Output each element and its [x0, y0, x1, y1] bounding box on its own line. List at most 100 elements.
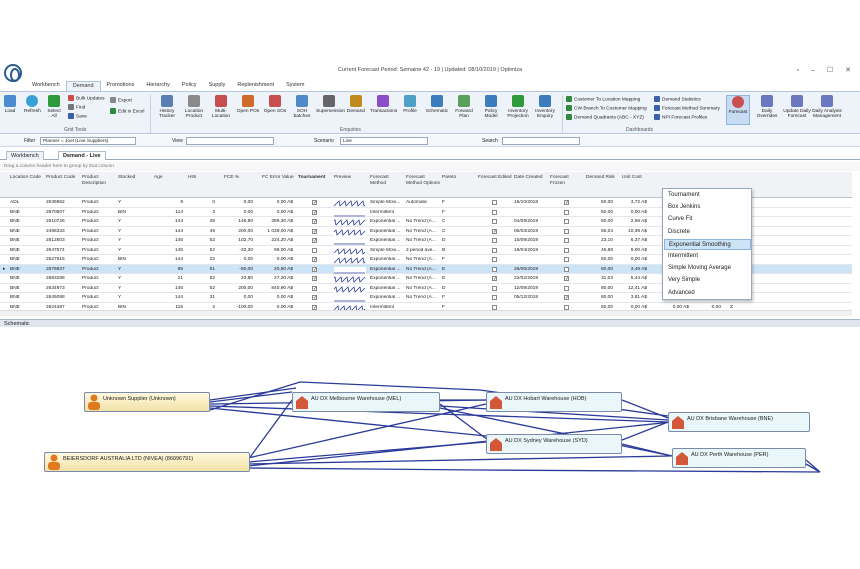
enquiry-button-5[interactable]: SOH batches [289, 95, 315, 119]
tab-demand-live[interactable]: Demand - Live [58, 151, 106, 160]
grid-checkbox[interactable] [564, 285, 569, 291]
grid-checkbox[interactable] [492, 219, 497, 224]
load-button[interactable]: Load [4, 95, 16, 114]
grid-checkbox[interactable]: ✓ [564, 276, 569, 282]
grid-checkbox[interactable] [492, 304, 497, 310]
tab-workbench[interactable]: Workbench [26, 81, 66, 91]
grid-checkbox[interactable]: ✓ [564, 295, 569, 301]
grid-checkbox[interactable]: ✓ [312, 228, 317, 234]
grid-checkbox[interactable] [492, 238, 497, 243]
dashboard-link-2[interactable]: Demand Quadrants (ABC - XYZ) [566, 114, 644, 120]
enquiry-button-10[interactable]: Schematic [424, 95, 450, 114]
grid-checkbox[interactable]: ✓ [312, 295, 317, 301]
enquiry-button-7[interactable]: Demand [343, 95, 369, 114]
column-header[interactable]: FCE % [224, 175, 256, 181]
tab-policy[interactable]: Policy [176, 81, 203, 91]
column-header[interactable]: FC Error Value [262, 175, 296, 181]
grid-checkbox[interactable] [492, 209, 497, 215]
window-controls[interactable]: ▫ – ☐ ✕ [797, 66, 856, 74]
forecast-menu-item-tournament[interactable]: Tournament [664, 190, 751, 201]
grid-checkbox[interactable]: ✓ [312, 304, 317, 310]
forecast-menu-item-curve-fit[interactable]: Curve Fit [664, 214, 751, 225]
table-row[interactable]: BNE 2624487 Product BIN 115 2 -100,00 0,00 A$ In… [0, 303, 852, 310]
select-all-button[interactable]: Select All [46, 95, 62, 119]
search-input[interactable] [502, 137, 580, 145]
column-header[interactable]: Product Description [82, 175, 116, 186]
column-header[interactable]: Date Created [514, 175, 548, 181]
grid-checkbox[interactable] [492, 257, 497, 262]
supplier-node-beiersdorf[interactable]: BEIERSDORF AUSTRALIA LTD (NIVEA) (860967… [44, 452, 250, 472]
forecast-menu-item-discrete[interactable]: Discrete [664, 227, 751, 238]
column-header[interactable]: Unit Cost [622, 175, 650, 181]
grid-checkbox[interactable] [492, 200, 497, 205]
dashboard-link-b-0[interactable]: Demand Statistics [654, 96, 701, 102]
grid-checkbox[interactable]: ✓ [312, 266, 317, 272]
grid-checkbox[interactable] [492, 285, 497, 291]
tab-promotions[interactable]: Promotions [101, 81, 141, 91]
column-header[interactable]: Hits [188, 175, 218, 181]
daily-button-1[interactable]: Update Daily Forecast [782, 95, 812, 119]
view-select[interactable] [186, 137, 274, 145]
column-header[interactable]: Demand Risk [586, 175, 616, 181]
dashboard-link-b-1[interactable]: Forecast Method Summary [654, 105, 720, 111]
enquiry-button-3[interactable]: Open POs [235, 95, 261, 114]
forecast-menu-item-exponential-smoothing[interactable]: Exponential Smoothing [664, 238, 751, 250]
grid-checkbox[interactable]: ✓ [492, 228, 497, 234]
grid-checkbox[interactable]: ✓ [312, 285, 317, 291]
grid-checkbox[interactable]: ✓ [312, 209, 317, 215]
grid-checkbox[interactable] [492, 266, 497, 272]
column-header[interactable]: Product Code [46, 175, 80, 181]
enquiry-button-2[interactable]: Multi-Location [208, 95, 234, 119]
warehouse-node-bne[interactable]: AU DX Brisbane Warehouse (BNE) [668, 412, 810, 432]
warehouse-node-hob[interactable]: AU DX Hobart Warehouse (HOB) [486, 392, 622, 412]
grid-checkbox[interactable] [564, 257, 569, 262]
enquiry-button-0[interactable]: History Tracker [154, 95, 180, 119]
dashboard-link-b-2[interactable]: NPI Forecast Profiles [654, 114, 707, 120]
grid-checkbox[interactable] [492, 247, 497, 253]
grid-checkbox[interactable] [564, 247, 569, 253]
enquiry-button-13[interactable]: Inventory Projection [505, 95, 531, 119]
grid-checkbox[interactable]: ✓ [312, 219, 317, 225]
find-button[interactable]: Find [68, 104, 85, 110]
supplier-node-unknown[interactable]: Unknown Supplier (Unknown) [84, 392, 210, 412]
grid-checkbox[interactable] [564, 219, 569, 224]
dashboard-link-1[interactable]: CW Branch To Customer Mapping [566, 105, 647, 111]
grid-checkbox[interactable] [312, 247, 317, 253]
column-header[interactable]: Location Code [10, 175, 44, 181]
grid-checkbox[interactable]: ✓ [564, 200, 569, 206]
grid-checkbox[interactable]: ✓ [312, 200, 317, 206]
tab-workbench[interactable]: Workbench [6, 151, 44, 160]
edit-in-excel-button[interactable]: Edit in Excel [110, 108, 144, 114]
enquiry-button-12[interactable]: Policy Model [478, 95, 504, 119]
column-header[interactable]: Forecast Frozen [550, 175, 584, 186]
enquiry-button-6[interactable]: Supersession [316, 95, 345, 114]
grid-checkbox[interactable] [492, 295, 497, 300]
grid-checkbox[interactable]: ✓ [312, 257, 317, 263]
enquiry-button-8[interactable]: Transactions [370, 95, 397, 114]
forecast-button[interactable]: Forecast [726, 95, 750, 125]
column-header[interactable]: Stocked [118, 175, 152, 181]
filter-select[interactable]: Planner = Joel (Live Suppliers) [40, 137, 136, 145]
group-by-area[interactable]: Drag a column header here to group by th… [0, 162, 860, 171]
tab-system[interactable]: System [280, 81, 310, 91]
tab-demand[interactable]: Demand [65, 81, 101, 91]
forecast-menu-item-very-simple[interactable]: Very Simple [664, 275, 751, 286]
warehouse-node-syd[interactable]: AU DX Sydney Warehouse (SYD) [486, 434, 622, 454]
save-button[interactable]: Save [68, 113, 87, 119]
forecast-menu-item-intermittent[interactable]: Intermittent [664, 251, 751, 262]
column-header[interactable]: Age [154, 175, 186, 181]
enquiry-button-9[interactable]: Profile [397, 95, 423, 114]
warehouse-node-per[interactable]: AU DX Perth Warehouse (PER) [672, 448, 806, 468]
grid-checkbox[interactable]: ✓ [312, 276, 317, 282]
enquiry-button-1[interactable]: Location Product [181, 95, 207, 119]
enquiry-button-14[interactable]: Inventory Enquiry [532, 95, 558, 119]
column-header[interactable]: Forecast Method Options [406, 175, 440, 186]
bulk-updates-button[interactable]: Bulk Updates [68, 95, 105, 101]
dashboard-link-0[interactable]: Customer To Location Mapping [566, 96, 640, 102]
column-header[interactable]: Pareto [442, 175, 476, 181]
scenario-select[interactable]: Live [340, 137, 428, 145]
enquiry-button-11[interactable]: Forward Plan [451, 95, 477, 119]
horizontal-scrollbar[interactable] [0, 310, 852, 316]
grid-checkbox[interactable] [564, 304, 569, 310]
refresh-button[interactable]: Refresh [24, 95, 41, 114]
